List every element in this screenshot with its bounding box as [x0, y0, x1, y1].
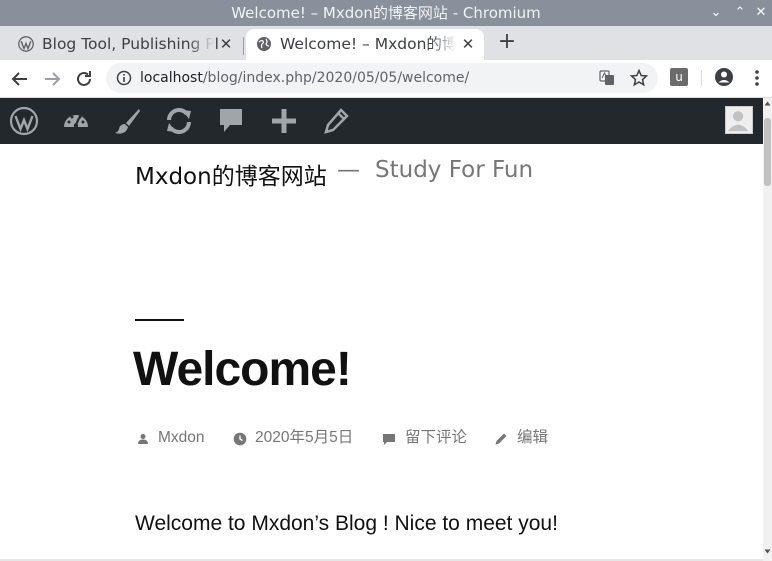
bookmark-star-icon[interactable]	[629, 68, 649, 88]
comment-bubble-icon	[383, 434, 395, 445]
url-path: /blog/index.php/2020/05/05/welcome/	[202, 70, 470, 86]
wordpress-icon	[18, 36, 34, 52]
edit-icon[interactable]	[321, 106, 351, 136]
tab-close-icon[interactable]: ✕	[460, 29, 476, 59]
post-title: Welcome!	[133, 343, 352, 396]
minimize-icon[interactable]: ⌄	[705, 0, 727, 26]
post-body-text: Welcome to Mxdon’s Blog ! Nice to meet y…	[135, 512, 558, 535]
clock-icon	[233, 432, 247, 446]
pencil-icon	[495, 433, 507, 445]
maximize-icon[interactable]: ⌃	[729, 0, 751, 26]
post-comment-link[interactable]: 留下评论	[405, 428, 467, 448]
author-icon	[138, 434, 148, 444]
tab-separator	[243, 37, 244, 55]
new-content-icon[interactable]	[269, 106, 299, 136]
avatar[interactable]	[725, 106, 753, 134]
globe-icon	[257, 37, 271, 51]
customize-brush-icon[interactable]	[113, 106, 143, 136]
post-date-link[interactable]: 2020年5月5日	[255, 428, 353, 448]
back-icon[interactable]	[8, 67, 32, 91]
address-bar[interactable]: localhost/blog/index.php/2020/05/05/welc…	[106, 63, 658, 93]
extension-icon[interactable]: u	[670, 68, 688, 86]
translate-icon[interactable]	[599, 70, 615, 86]
scrollbar-thumb[interactable]	[764, 118, 771, 186]
profile-icon[interactable]	[714, 67, 734, 87]
scroll-up-icon[interactable]	[764, 100, 771, 107]
new-tab-button[interactable]: +	[496, 29, 518, 55]
toolbar-separator	[701, 70, 702, 86]
tab-strip: Blog Tool, Publishing Pla ✕ Welcome! – M…	[0, 26, 772, 60]
window-titlebar: Welcome! – Mxdon的博客网站 - Chromium ⌄ ⌃ ✕	[0, 0, 772, 26]
site-description: Study For Fun	[375, 157, 534, 183]
reload-icon[interactable]	[72, 67, 96, 91]
site-info-icon[interactable]	[116, 70, 132, 86]
url-text[interactable]: localhost/blog/index.php/2020/05/05/welc…	[140, 63, 469, 93]
forward-icon[interactable]	[40, 67, 64, 91]
post-author-link[interactable]: Mxdon	[158, 428, 205, 448]
dashboard-icon[interactable]	[61, 106, 91, 136]
window-title: Welcome! – Mxdon的博客网站 - Chromium	[231, 4, 541, 22]
comments-icon[interactable]	[216, 106, 246, 136]
wordpress-logo-icon[interactable]	[9, 106, 39, 136]
menu-icon[interactable]	[754, 68, 760, 88]
updates-icon[interactable]	[164, 106, 194, 136]
tab-welcome[interactable]: Welcome! – Mxdon的博客 ✕	[246, 29, 484, 60]
site-title-separator: —	[337, 157, 360, 183]
tab-close-icon[interactable]: ✕	[218, 29, 234, 59]
title-divider	[135, 319, 184, 321]
user-avatar-icon	[727, 111, 749, 132]
wp-admin-bar	[0, 98, 772, 144]
url-host: localhost	[140, 70, 203, 86]
browser-toolbar: localhost/blog/index.php/2020/05/05/welc…	[0, 60, 772, 98]
post-edit-link[interactable]: 编辑	[517, 428, 548, 448]
site-title[interactable]: Mxdon的博客网站	[135, 157, 327, 191]
page-content: Mxdon的博客网站 — Study For Fun Welcome! Mxdo…	[0, 144, 763, 561]
scroll-down-icon[interactable]	[764, 548, 771, 555]
tab-wordpress[interactable]: Blog Tool, Publishing Pla ✕	[8, 29, 242, 60]
close-window-icon[interactable]: ✕	[750, 0, 772, 26]
